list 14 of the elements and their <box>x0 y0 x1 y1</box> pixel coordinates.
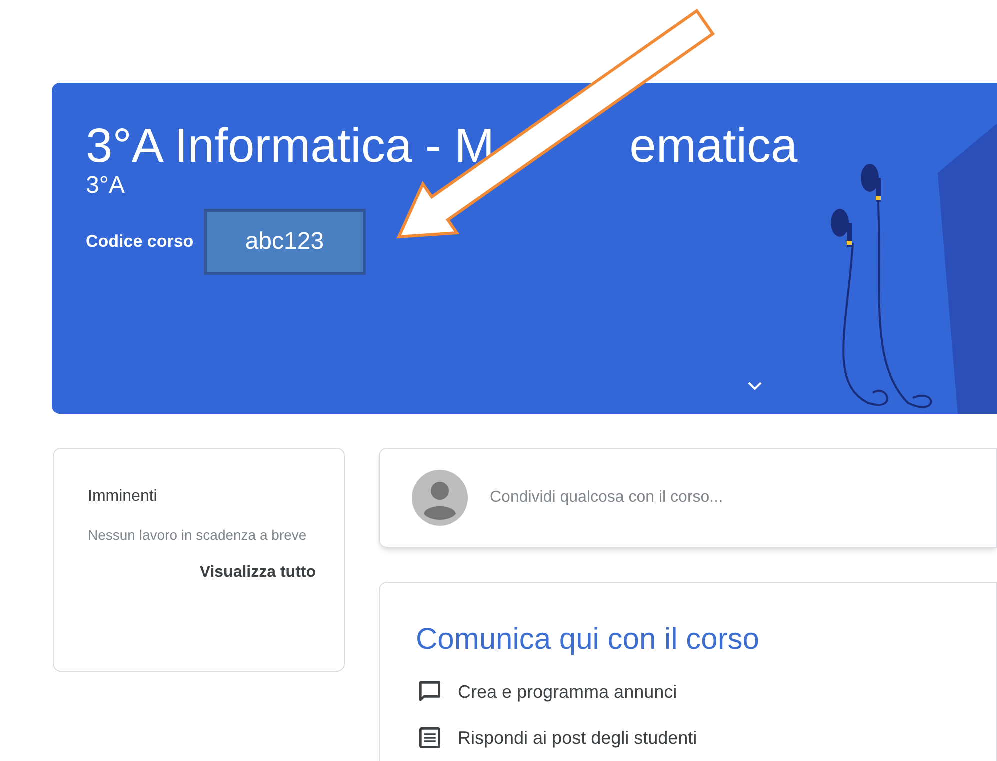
upcoming-title: Imminenti <box>88 487 158 507</box>
course-title: ematica <box>630 123 798 171</box>
chevron-down-icon[interactable] <box>746 380 764 392</box>
course-title: 3°A Informatica - M <box>86 123 495 171</box>
communicate-title: Comunica qui con il corso <box>416 622 760 658</box>
tip-text: Crea e programma annunci <box>458 680 678 704</box>
course-code: abc123 <box>204 209 366 275</box>
tip-text: Rispondi ai post degli studenti <box>458 726 698 750</box>
upcoming-message: Nessun lavoro in scadenza a breve <box>88 526 308 545</box>
avatar-icon <box>412 470 468 526</box>
course-section: 3°A <box>86 171 798 201</box>
share-field[interactable]: Condividi qualcosa con il corso... <box>490 486 964 510</box>
course-code-label: Codice corso <box>86 231 194 254</box>
view-all-link[interactable]: Visualizza tutto <box>200 561 316 585</box>
